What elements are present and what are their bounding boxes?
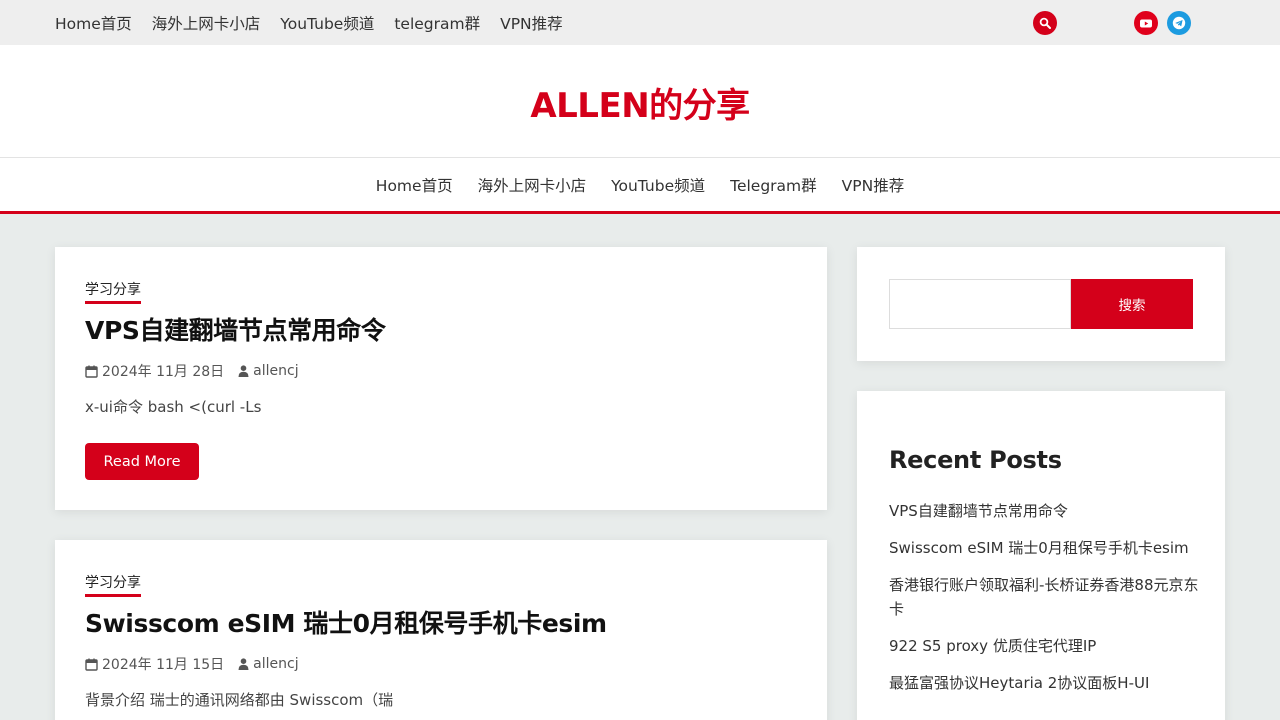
user-icon [238, 658, 249, 670]
site-header: ALLEN的分享 [0, 45, 1280, 157]
recent-post-link[interactable]: 香港银行账户领取福利-长桥证券香港88元京东卡 [889, 573, 1199, 621]
user-icon [238, 365, 249, 377]
post-title-link[interactable]: VPS自建翻墙节点常用命令 [85, 311, 386, 347]
youtube-link[interactable] [1134, 11, 1158, 35]
top-nav: Home首页 海外上网卡小店 YouTube频道 telegram群 VPN推荐 [55, 0, 583, 45]
main-nav-youtube[interactable]: YouTube频道 [611, 174, 705, 196]
search-input[interactable] [889, 279, 1071, 329]
post-date-link[interactable]: 2024年 11月 15日 [102, 654, 224, 674]
recent-posts-list: VPS自建翻墙节点常用命令 Swisscom eSIM 瑞士0月租保号手机卡es… [889, 499, 1199, 708]
read-more-button[interactable]: Read More [85, 443, 199, 480]
post-title-link[interactable]: Swisscom eSIM 瑞士0月租保号手机卡esim [85, 604, 607, 640]
post-category-link[interactable]: 学习分享 [85, 279, 141, 304]
post-meta: 2024年 11月 28日 allencj [85, 361, 299, 381]
calendar-icon [85, 658, 98, 671]
recent-posts-title: Recent Posts [889, 446, 1062, 474]
post-card: 学习分享 VPS自建翻墙节点常用命令 2024年 11月 28日 allencj… [55, 247, 827, 510]
post-card: 学习分享 Swisscom eSIM 瑞士0月租保号手机卡esim 2024年 … [55, 540, 827, 720]
post-date-link[interactable]: 2024年 11月 28日 [102, 361, 224, 381]
search-icon [1039, 17, 1051, 29]
telegram-icon [1172, 16, 1186, 30]
youtube-icon [1140, 19, 1152, 28]
calendar-icon [85, 365, 98, 378]
top-nav-shop[interactable]: 海外上网卡小店 [152, 12, 261, 34]
top-nav-telegram[interactable]: telegram群 [394, 12, 480, 34]
main-nav-shop[interactable]: 海外上网卡小店 [478, 174, 587, 196]
recent-post-link[interactable]: 最猛富强协议Heytaria 2协议面板H-UI [889, 671, 1199, 695]
top-bar: Home首页 海外上网卡小店 YouTube频道 telegram群 VPN推荐 [0, 0, 1280, 45]
recent-post-link[interactable]: Swisscom eSIM 瑞士0月租保号手机卡esim [889, 536, 1199, 560]
search-toggle-button[interactable] [1033, 11, 1057, 35]
top-nav-youtube[interactable]: YouTube频道 [280, 12, 374, 34]
site-title[interactable]: ALLEN的分享 [0, 78, 1280, 127]
recent-post-link[interactable]: 922 S5 proxy 优质住宅代理IP [889, 634, 1199, 658]
post-author-link[interactable]: allencj [253, 656, 298, 672]
main-nav: Home首页 海外上网卡小店 YouTube频道 Telegram群 VPN推荐 [0, 157, 1280, 214]
post-meta: 2024年 11月 15日 allencj [85, 654, 299, 674]
recent-posts-widget: Recent Posts VPS自建翻墙节点常用命令 Swisscom eSIM… [857, 391, 1225, 720]
search-widget: 搜索 [857, 247, 1225, 361]
post-excerpt: x-ui命令 bash <(curl -Ls [85, 398, 262, 416]
post-category-link[interactable]: 学习分享 [85, 572, 141, 597]
post-author-link[interactable]: allencj [253, 363, 298, 379]
top-nav-home[interactable]: Home首页 [55, 12, 132, 34]
main-nav-home[interactable]: Home首页 [376, 174, 453, 196]
post-excerpt: 背景介绍 瑞士的通讯网络都由 Swisscom（瑞 [85, 691, 394, 709]
telegram-link[interactable] [1167, 11, 1191, 35]
recent-post-link[interactable]: VPS自建翻墙节点常用命令 [889, 499, 1199, 523]
search-button[interactable]: 搜索 [1071, 279, 1193, 329]
main-nav-telegram[interactable]: Telegram群 [730, 174, 817, 196]
main-nav-vpn[interactable]: VPN推荐 [842, 174, 905, 196]
top-nav-vpn[interactable]: VPN推荐 [500, 12, 563, 34]
